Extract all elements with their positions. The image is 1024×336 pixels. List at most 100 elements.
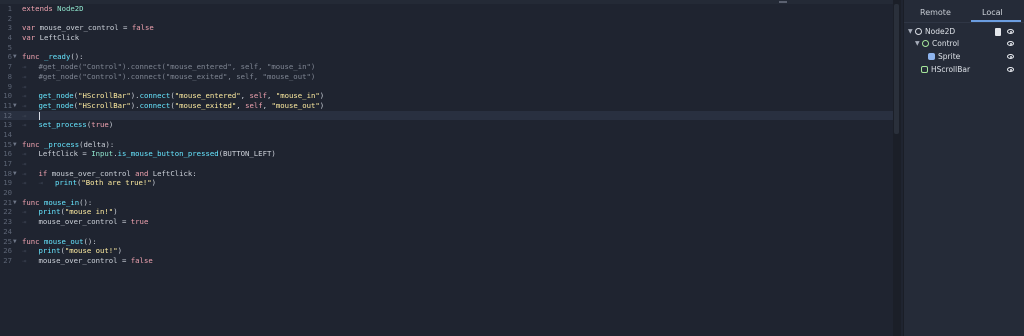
line-number: 17 [3,159,12,168]
code-line[interactable]: 24 [0,227,893,237]
code-line[interactable]: 13 ⇥ set_process(true) [0,120,893,130]
code-line[interactable]: 6 ▼ func _ready(): [0,52,893,62]
code-lines[interactable]: 1 extends Node2D 2 3 var mouse_over_control … [0,4,893,266]
editor-tab-indicator [779,1,787,3]
code-text: ⇥ [22,111,40,121]
chevron-down-icon[interactable]: ▼ [915,38,920,50]
code-line[interactable]: 4 var LeftClick [0,33,893,43]
script-icon[interactable] [995,28,1001,36]
code-line[interactable]: 19 ⇥ ⇥ print("Both are true!") [0,178,893,188]
visibility-eye-icon[interactable] [1007,54,1014,59]
line-number: 20 [3,188,12,198]
code-text: var mouse_over_control = false [22,23,154,33]
code-line[interactable]: 9 ⇥ [0,82,893,92]
code-line[interactable]: 8 ⇥ #get_node("Control").connect("mouse_ex… [0,72,893,82]
line-number: 6 [7,52,12,62]
fold-arrow-icon[interactable]: ▼ [13,52,17,62]
line-number: 4 [7,33,12,43]
code-text: ⇥ [22,81,27,91]
tab-local[interactable]: Local [982,8,1003,17]
line-number: 5 [7,42,12,52]
fold-arrow-icon[interactable]: ▼ [13,101,17,111]
control-icon [922,40,929,47]
visibility-eye-icon[interactable] [1007,29,1014,34]
line-number: 18 [3,168,12,178]
code-line[interactable]: 5 [0,43,893,53]
hscrollbar-icon [921,66,928,73]
code-text: ⇥ get_node("HScrollBar").connect("mouse_e… [22,100,325,110]
tree-node-label: Sprite [938,52,961,61]
line-number: 2 [7,13,12,23]
code-line[interactable]: 12 ⇥ [0,110,893,121]
visibility-eye-icon[interactable] [1007,41,1014,46]
code-text: func mouse_in(): [22,197,93,207]
code-text: ⇥ mouse_over_control = false [22,255,153,265]
tree-node-control[interactable]: ▼ Control [904,38,1024,50]
code-line[interactable]: 3 var mouse_over_control = false [0,23,893,33]
chevron-down-icon[interactable]: ▼ [908,26,913,38]
code-text: ⇥ LeftClick = Input.is_mouse_button_press… [22,149,276,159]
line-number: 13 [3,120,12,130]
tab-remote[interactable]: Remote [920,8,951,17]
code-line[interactable]: 21 ▼ func mouse_in(): [0,198,893,208]
fold-arrow-icon[interactable]: ▼ [13,140,17,150]
code-line[interactable]: 7 ⇥ #get_node("Control").connect("mouse_en… [0,62,893,72]
visibility-eye-icon[interactable] [1007,67,1014,72]
code-line[interactable]: 16 ⇥ LeftClick = Input.is_mouse_button_pre… [0,149,893,159]
code-line[interactable]: 22 ⇥ print("mouse in!") [0,207,893,217]
line-number: 12 [3,110,12,120]
sprite-icon [928,53,935,60]
line-number: 27 [3,255,12,265]
line-number: 23 [3,217,12,227]
line-number: 1 [7,4,12,13]
line-number: 16 [3,149,12,159]
line-number: 10 [3,91,12,101]
line-number: 22 [3,207,12,217]
tree-node-label: Node2D [925,27,956,36]
line-number: 9 [7,81,12,91]
code-text: var LeftClick [22,33,80,43]
code-line[interactable]: 15 ▼ func _process(delta): [0,140,893,150]
script-editor[interactable]: 1 extends Node2D 2 3 var mouse_over_control … [0,0,895,336]
code-text: extends Node2D [22,4,84,13]
scene-tree-panel: Remote Local ▼ Node2D ▼ Control Sprite H… [903,0,1024,336]
code-line[interactable]: 20 [0,188,893,198]
line-number: 19 [3,178,12,188]
editor-scrollbar-thumb[interactable] [894,4,899,134]
code-line[interactable]: 25 ▼ func mouse_out(): [0,237,893,247]
code-line[interactable]: 17 ⇥ [0,159,893,169]
code-line[interactable]: 26 ⇥ print("mouse out!") [0,246,893,256]
code-text: ⇥ #get_node("Control").connect("mouse_ent… [22,62,316,72]
code-line[interactable]: 23 ⇥ mouse_over_control = true [0,217,893,227]
fold-arrow-icon[interactable]: ▼ [13,198,17,208]
code-line[interactable]: 14 [0,130,893,140]
tree-node-node2d[interactable]: ▼ Node2D [904,26,1024,38]
code-text: func _process(delta): [22,139,115,149]
code-text: ⇥ if mouse_over_control and LeftClick: [22,168,197,178]
code-text: ⇥ #get_node("Control").connect("mouse_exi… [22,71,316,81]
line-number: 14 [3,129,12,139]
code-text: ⇥ get_node("HScrollBar").connect("mouse_e… [22,91,325,101]
code-line[interactable]: 2 [0,14,893,24]
code-text: ⇥ mouse_over_control = true [22,217,149,227]
code-text: func mouse_out(): [22,236,97,246]
line-number: 24 [3,226,12,236]
code-line[interactable]: 10 ⇥ get_node("HScrollBar").connect("mouse… [0,91,893,101]
code-text: ⇥ print("mouse out!") [22,246,122,256]
code-line[interactable]: 18 ▼ ⇥ if mouse_over_control and LeftClick: [0,169,893,179]
fold-arrow-icon[interactable]: ▼ [13,237,17,247]
tree-node-sprite[interactable]: Sprite [904,51,1024,63]
fold-arrow-icon[interactable]: ▼ [13,169,17,179]
code-line[interactable]: 1 extends Node2D [0,4,893,14]
code-line[interactable]: 27 ⇥ mouse_over_control = false [0,256,893,266]
scene-tabs: Remote Local [904,0,1024,23]
tree-node-hscrollbar[interactable]: HScrollBar [904,64,1024,76]
code-text: func _ready(): [22,52,84,62]
code-text: ⇥ print("mouse in!") [22,207,118,217]
line-number: 3 [7,23,12,33]
tree-node-label: HScrollBar [931,65,971,74]
line-number: 25 [3,236,12,246]
code-line[interactable]: 11 ▼ ⇥ get_node("HScrollBar").connect("mous… [0,101,893,111]
code-text: ⇥ set_process(true) [22,120,114,130]
node2d-icon [915,28,922,35]
